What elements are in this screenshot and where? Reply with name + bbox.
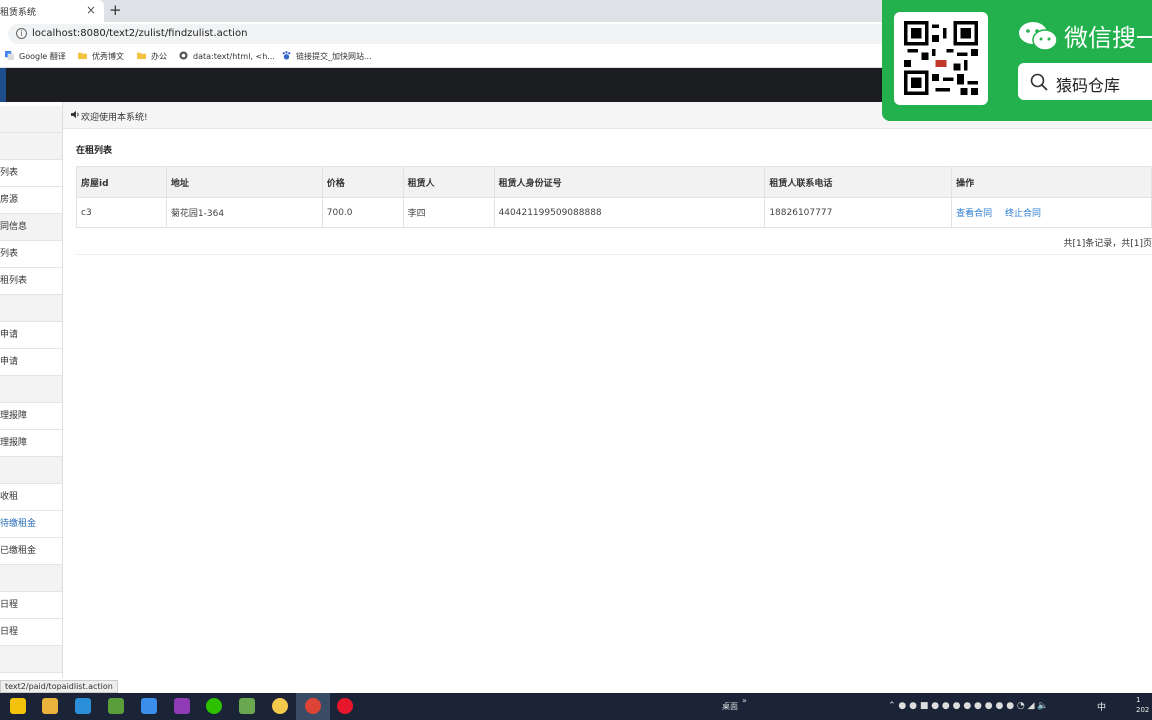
promo-title: 微信搜一搜 (1064, 24, 1152, 52)
tab-close-icon[interactable]: × (86, 3, 96, 17)
sidebar-item[interactable]: 房源 (0, 187, 62, 214)
tab-title: 租赁系统 (0, 8, 37, 18)
column-header-address: 地址 (165, 166, 323, 198)
terminate-contract-link[interactable]: 终止合同 (1005, 209, 1041, 219)
vscode-icon[interactable] (75, 698, 91, 714)
table-row: c3 菊花园1-364 700.0 李四 440421199509088888 … (76, 197, 1152, 228)
app-icon[interactable] (141, 698, 157, 714)
folder-icon (137, 52, 146, 60)
wechat-icon (1019, 22, 1058, 51)
translate-icon (5, 51, 14, 60)
sidebar-group-header[interactable]: 同信息 (0, 214, 62, 241)
folder-icon (78, 52, 87, 60)
header-accent (0, 68, 6, 102)
cell-price: 700.0 (321, 197, 404, 228)
toolbar-overflow-icon[interactable]: » (742, 696, 747, 705)
column-header-tenant: 租赁人 (402, 166, 495, 198)
browser-tab[interactable]: 租赁系统 × (0, 0, 104, 22)
sidebar-item[interactable]: 日程 (0, 619, 62, 646)
omnibox[interactable]: i localhost:8080/text2/zulist/findzulist… (8, 24, 908, 44)
sidebar: 列表 房源 同信息 列表 租列表 申请 申请 理报障 理报障 收租 待缴租金 已缴租金 日程 日程 (0, 102, 63, 678)
page-title: 在租列表 (76, 146, 113, 156)
paw-icon (282, 51, 291, 60)
column-header-actions: 操作 (951, 166, 1152, 198)
welcome-text: 欢迎使用本系统! (81, 113, 148, 123)
sidebar-item[interactable]: 列表 (0, 160, 62, 187)
pager-divider (76, 254, 1152, 255)
notepad-plus-icon[interactable] (108, 698, 124, 714)
bookmark-folder-1[interactable]: 优秀博文 (78, 51, 124, 62)
view-contract-link[interactable]: 查看合同 (956, 209, 992, 219)
clock-date: 202 (1136, 706, 1150, 714)
column-header-phone: 租赁人联系电话 (764, 166, 953, 198)
cell-tenant: 李四 (402, 197, 495, 228)
sidebar-group-header[interactable] (0, 646, 62, 673)
sidebar-group-header[interactable] (0, 106, 62, 133)
chrome-icon[interactable] (305, 698, 321, 714)
column-header-price: 价格 (321, 166, 404, 198)
intellij-icon[interactable] (174, 698, 190, 714)
sidebar-item[interactable]: 日程 (0, 592, 62, 619)
sidebar-group-header[interactable] (0, 295, 62, 322)
wechat-taskbar-icon[interactable] (206, 698, 222, 714)
url-text: localhost:8080/text2/zulist/findzulist.a… (32, 28, 248, 39)
sidebar-item[interactable]: 申请 (0, 322, 62, 349)
cell-phone: 18826107777 (764, 197, 953, 228)
system-tray[interactable]: ⌃ ● ● ■ ● ● ● ● ● ● ● ● ◔ ◢ 🔈 (888, 701, 1049, 711)
promo-search-box: 猿码仓库 (1018, 63, 1152, 100)
cell-id-card: 440421199509088888 (493, 197, 766, 228)
clock[interactable]: 1 202 (1136, 695, 1149, 715)
promo-search-text: 猿码仓库 (1056, 76, 1121, 95)
table-header-row: 房屋id 地址 价格 租赁人 租赁人身份证号 租赁人联系电话 操作 (76, 166, 1152, 198)
speaker-icon (71, 110, 79, 119)
sticky-notes-icon[interactable] (10, 698, 26, 714)
windows-taskbar: 桌面 » ⌃ ● ● ■ ● ● ● ● ● ● ● ● ◔ ◢ 🔈 中 1 2… (0, 693, 1152, 720)
sidebar-item[interactable]: 租列表 (0, 268, 62, 295)
cell-actions: 查看合同 终止合同 (951, 197, 1152, 228)
rental-table: 房屋id 地址 价格 租赁人 租赁人身份证号 租赁人联系电话 操作 c3 菊花园… (76, 166, 1152, 228)
sidebar-item[interactable]: 已缴租金 (0, 538, 62, 565)
bookmark-data-html[interactable]: data:text/html, <h... (179, 51, 275, 61)
sidebar-item[interactable]: 理报障 (0, 430, 62, 457)
sidebar-group-header[interactable] (0, 376, 62, 403)
sidebar-item[interactable]: 申请 (0, 349, 62, 376)
sidebar-item[interactable]: 列表 (0, 241, 62, 268)
cell-address: 菊花园1-364 (165, 197, 323, 228)
qr-code (894, 12, 988, 105)
file-explorer-icon[interactable] (42, 698, 58, 714)
column-header-id-card: 租赁人身份证号 (493, 166, 766, 198)
info-icon[interactable]: i (16, 28, 27, 39)
qr-code-icon (904, 21, 978, 95)
search-icon (1030, 73, 1048, 91)
column-header-house-id: 房屋id (76, 166, 167, 198)
git-icon[interactable] (239, 698, 255, 714)
sidebar-item[interactable]: 理报障 (0, 403, 62, 430)
new-tab-button[interactable]: + (109, 1, 122, 19)
sidebar-group-header[interactable] (0, 133, 62, 160)
cell-house-id: c3 (76, 197, 167, 228)
bookmark-google-translate[interactable]: Google 翻译 (5, 51, 66, 62)
sidebar-group-header[interactable] (0, 565, 62, 592)
main-content: 欢迎使用本系统! 在租列表 房屋id 地址 价格 租赁人 租赁人身份证号 租赁人… (63, 102, 1152, 678)
wechat-promo-overlay: 微信搜一搜 猿码仓库 (882, 0, 1152, 121)
status-url: text2/paid/topaidlist.action (0, 680, 118, 693)
paw-app-icon[interactable] (272, 698, 288, 714)
sidebar-item[interactable]: 待缴租金 (0, 511, 62, 538)
bookmark-link-submit[interactable]: 链接提交_加快网站... (282, 51, 372, 62)
pager-summary: 共[1]条记录，共[1]页 (1063, 239, 1152, 249)
sidebar-item[interactable]: 收租 (0, 484, 62, 511)
desktop-toolbar-label[interactable]: 桌面 (722, 701, 738, 712)
ime-indicator[interactable]: 中 (1097, 700, 1106, 713)
sidebar-group-header[interactable] (0, 457, 62, 484)
weibo-icon[interactable] (337, 698, 353, 714)
clock-time: 1 (1136, 696, 1141, 704)
bookmark-folder-2[interactable]: 办公 (137, 51, 167, 62)
globe-icon (179, 51, 188, 60)
